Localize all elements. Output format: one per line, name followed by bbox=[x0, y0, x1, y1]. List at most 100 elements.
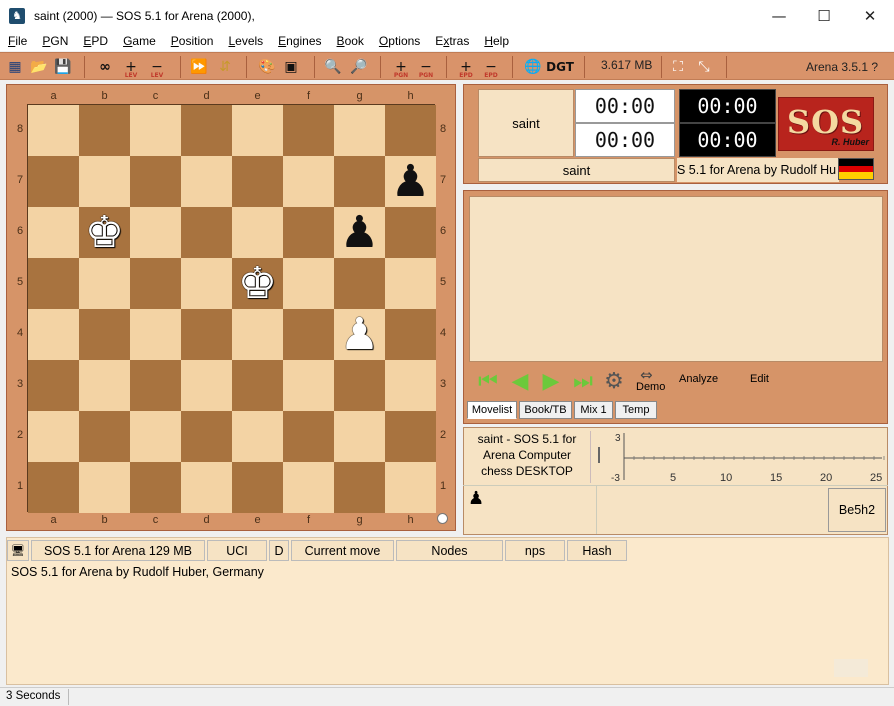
square-b8[interactable] bbox=[79, 105, 130, 156]
minimize-button[interactable]: — bbox=[756, 0, 802, 31]
menu-epd[interactable]: EPD bbox=[75, 34, 115, 48]
square-h1[interactable] bbox=[385, 462, 436, 513]
square-c2[interactable] bbox=[130, 411, 181, 462]
square-d6[interactable] bbox=[181, 207, 232, 258]
square-e4[interactable] bbox=[232, 309, 283, 360]
menu-levels[interactable]: Levels bbox=[220, 34, 270, 48]
square-b2[interactable] bbox=[79, 411, 130, 462]
move-list[interactable] bbox=[469, 196, 883, 362]
demo-button[interactable]: Demo bbox=[636, 381, 665, 393]
square-h5[interactable] bbox=[385, 258, 436, 309]
square-d4[interactable] bbox=[181, 309, 232, 360]
square-g8[interactable] bbox=[334, 105, 385, 156]
settings-gear-icon[interactable]: ⚙ bbox=[600, 367, 628, 395]
zoom-out-icon[interactable]: 🔎 bbox=[348, 57, 370, 77]
square-h3[interactable] bbox=[385, 360, 436, 411]
square-g7[interactable] bbox=[334, 156, 385, 207]
square-f5[interactable] bbox=[283, 258, 334, 309]
close-button[interactable]: ✕ bbox=[847, 0, 893, 31]
menu-options[interactable]: Options bbox=[371, 34, 427, 48]
engine-monitor-icon[interactable]: 🖥 bbox=[7, 540, 29, 561]
square-c5[interactable] bbox=[130, 258, 181, 309]
menu-pgn[interactable]: PGN bbox=[34, 34, 75, 48]
square-c3[interactable] bbox=[130, 360, 181, 411]
first-move-icon[interactable]: ⏮ bbox=[474, 367, 502, 395]
square-c1[interactable] bbox=[130, 462, 181, 513]
square-c6[interactable] bbox=[130, 207, 181, 258]
menu-extras[interactable]: Extras bbox=[427, 34, 476, 48]
white-piece-g4[interactable]: ♟ bbox=[334, 309, 385, 360]
white-piece-e5[interactable]: ♚ bbox=[232, 258, 283, 309]
square-b1[interactable] bbox=[79, 462, 130, 513]
position-icon[interactable]: ▣ bbox=[280, 57, 302, 77]
square-e6[interactable] bbox=[232, 207, 283, 258]
square-a8[interactable] bbox=[28, 105, 79, 156]
square-d1[interactable] bbox=[181, 462, 232, 513]
square-a4[interactable] bbox=[28, 309, 79, 360]
square-e1[interactable] bbox=[232, 462, 283, 513]
tab-temp[interactable]: Temp bbox=[615, 401, 657, 419]
square-d2[interactable] bbox=[181, 411, 232, 462]
analyze-button[interactable]: Analyze bbox=[679, 373, 718, 385]
open-folder-icon[interactable]: 📂 bbox=[28, 57, 50, 77]
square-h6[interactable] bbox=[385, 207, 436, 258]
square-a2[interactable] bbox=[28, 411, 79, 462]
previous-move-icon[interactable]: ◀ bbox=[506, 367, 534, 395]
square-e8[interactable] bbox=[232, 105, 283, 156]
menu-position[interactable]: Position bbox=[163, 34, 221, 48]
square-b7[interactable] bbox=[79, 156, 130, 207]
zoom-in-icon[interactable]: 🔍 bbox=[322, 57, 344, 77]
square-f8[interactable] bbox=[283, 105, 334, 156]
fullscreen-icon[interactable]: ⛶ bbox=[668, 57, 688, 77]
infinite-level-icon[interactable]: ∞ bbox=[94, 57, 116, 77]
chess-board[interactable]: ♟ ♚ ♟ ♚ ♟ bbox=[27, 104, 436, 513]
globe-icon[interactable]: 🌐 bbox=[522, 57, 544, 77]
menu-book[interactable]: Book bbox=[329, 34, 371, 48]
menu-help[interactable]: Help bbox=[476, 34, 516, 48]
square-a1[interactable] bbox=[28, 462, 79, 513]
next-move-icon[interactable]: ▶ bbox=[537, 367, 565, 395]
pgn-minus-icon[interactable]: − PGN bbox=[415, 57, 437, 79]
square-f6[interactable] bbox=[283, 207, 334, 258]
tab-mix-1[interactable]: Mix 1 bbox=[574, 401, 613, 419]
square-a3[interactable] bbox=[28, 360, 79, 411]
square-h2[interactable] bbox=[385, 411, 436, 462]
square-d3[interactable] bbox=[181, 360, 232, 411]
edit-button[interactable]: Edit bbox=[750, 373, 769, 385]
square-e2[interactable] bbox=[232, 411, 283, 462]
tab-book-tb[interactable]: Book/TB bbox=[519, 401, 572, 419]
white-piece-b6[interactable]: ♚ bbox=[79, 207, 130, 258]
square-h8[interactable] bbox=[385, 105, 436, 156]
square-b5[interactable] bbox=[79, 258, 130, 309]
square-a6[interactable] bbox=[28, 207, 79, 258]
maximize-button[interactable]: ☐ bbox=[801, 0, 847, 31]
dgt-board-icon[interactable]: DGT bbox=[546, 57, 574, 77]
level-plus-icon[interactable]: + LEV bbox=[120, 57, 142, 79]
square-f7[interactable] bbox=[283, 156, 334, 207]
square-b4[interactable] bbox=[79, 309, 130, 360]
square-f2[interactable] bbox=[283, 411, 334, 462]
square-g5[interactable] bbox=[334, 258, 385, 309]
square-d8[interactable] bbox=[181, 105, 232, 156]
square-f4[interactable] bbox=[283, 309, 334, 360]
description-scrollbar[interactable] bbox=[590, 431, 606, 483]
epd-plus-icon[interactable]: + EPD bbox=[455, 57, 477, 79]
square-h4[interactable] bbox=[385, 309, 436, 360]
square-d7[interactable] bbox=[181, 156, 232, 207]
menu-file[interactable]: File bbox=[0, 34, 34, 48]
square-g2[interactable] bbox=[334, 411, 385, 462]
square-f1[interactable] bbox=[283, 462, 334, 513]
help-question-icon[interactable]: ? bbox=[871, 60, 878, 74]
square-a7[interactable] bbox=[28, 156, 79, 207]
square-g3[interactable] bbox=[334, 360, 385, 411]
square-a5[interactable] bbox=[28, 258, 79, 309]
epd-minus-icon[interactable]: − EPD bbox=[480, 57, 502, 79]
square-b3[interactable] bbox=[79, 360, 130, 411]
play-forward-icon[interactable]: ⏩ bbox=[188, 57, 210, 77]
tab-movelist[interactable]: Movelist bbox=[467, 401, 517, 419]
last-move-icon[interactable]: ⏭ bbox=[569, 367, 597, 395]
square-e7[interactable] bbox=[232, 156, 283, 207]
square-c4[interactable] bbox=[130, 309, 181, 360]
menu-engines[interactable]: Engines bbox=[270, 34, 328, 48]
black-piece-h7[interactable]: ♟ bbox=[385, 156, 436, 207]
